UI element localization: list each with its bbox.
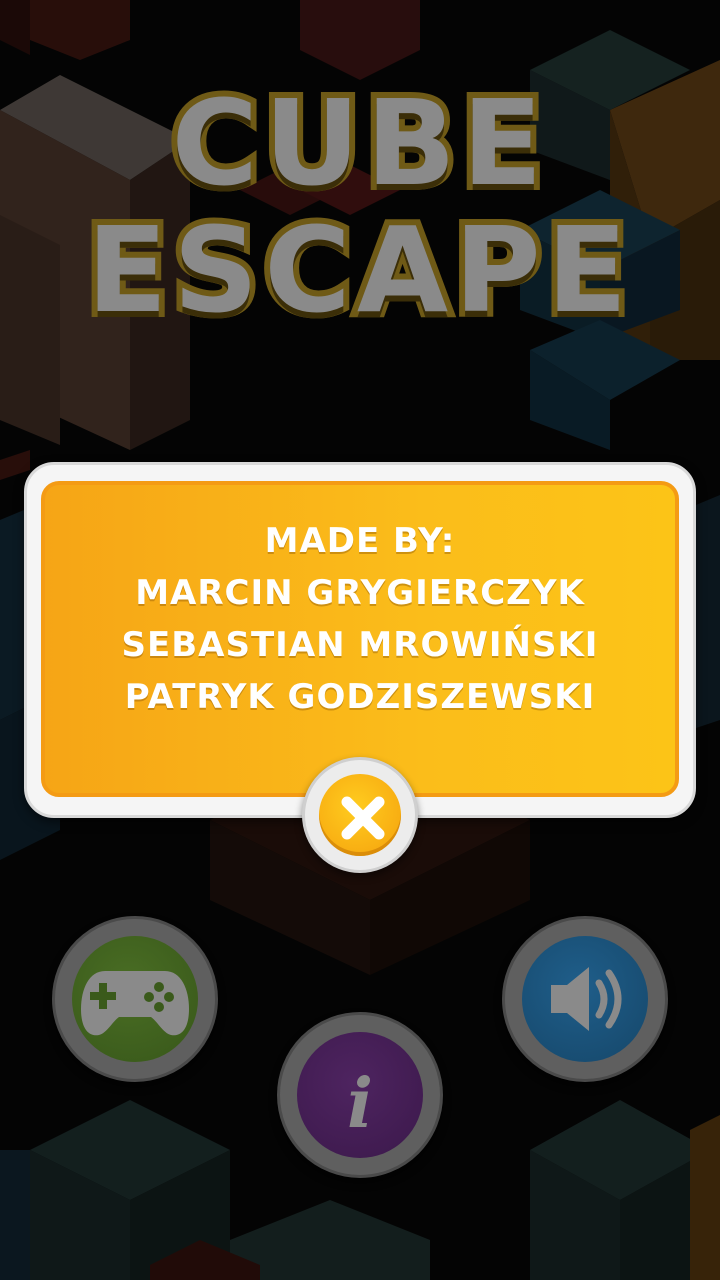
credit-name: SEBASTIAN MROWIŃSKI: [121, 625, 599, 665]
credit-name: PATRYK GODZISZEWSKI: [124, 677, 596, 717]
close-icon: [341, 796, 385, 840]
sound-button[interactable]: [502, 916, 668, 1082]
close-button[interactable]: [302, 757, 418, 873]
game-title-line-2: ESCAPE: [81, 199, 634, 341]
speaker-icon: [551, 967, 622, 1031]
credits-heading: MADE BY:: [264, 521, 456, 561]
info-button[interactable]: i: [277, 1012, 443, 1178]
info-icon: i: [347, 1064, 373, 1144]
games-button[interactable]: [52, 916, 218, 1082]
credit-name: MARCIN GRYGIERCZYK: [135, 573, 585, 613]
credits-panel: MADE BY: MARCIN GRYGIERCZYK SEBASTIAN MR…: [41, 481, 679, 797]
game-title-line-1: CUBE: [166, 72, 549, 214]
gamepad-icon: [81, 971, 189, 1036]
info-glyph: i: [347, 1064, 373, 1144]
